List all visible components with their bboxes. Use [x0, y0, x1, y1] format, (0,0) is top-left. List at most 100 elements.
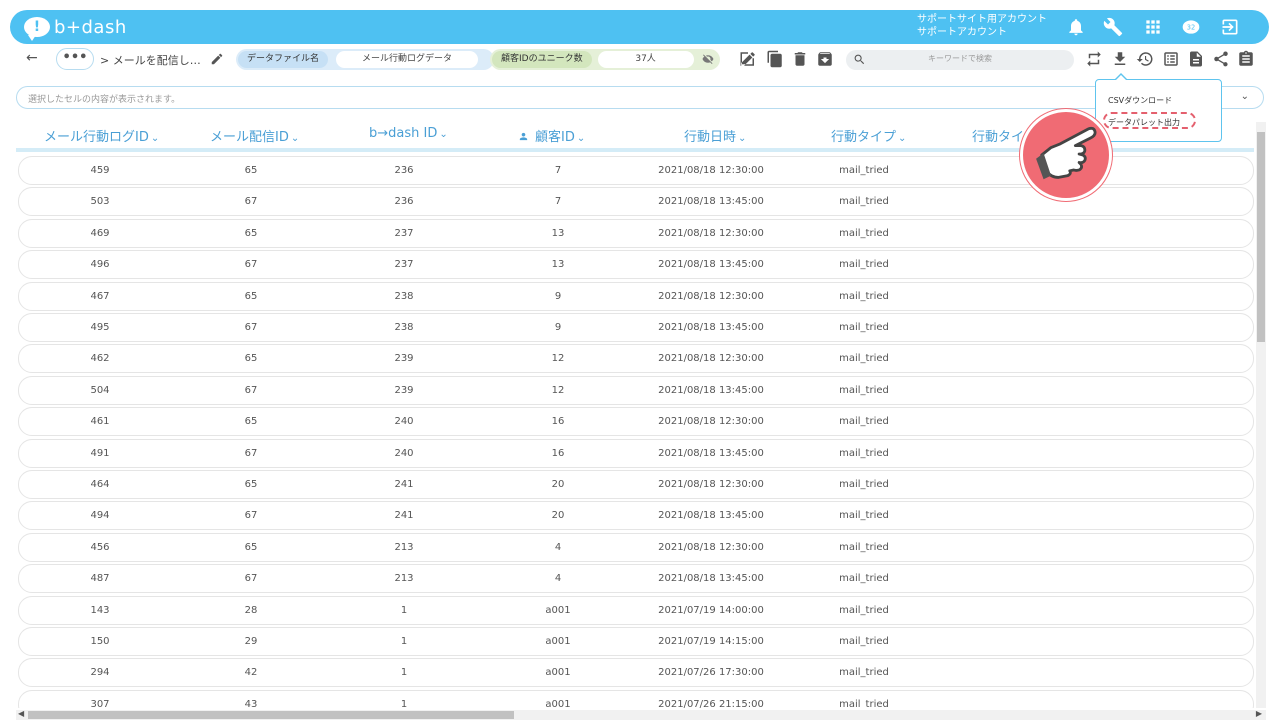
cell-action-datetime[interactable]: 2021/08/18 13:45:00	[631, 448, 791, 459]
cell-action-datetime[interactable]: 2021/08/18 13:45:00	[631, 259, 791, 270]
sort-chevron-icon[interactable]: ⌄	[577, 133, 585, 144]
cell-action-datetime[interactable]: 2021/08/18 12:30:00	[631, 542, 791, 553]
chevron-down-icon[interactable]: ⌄	[1241, 91, 1249, 102]
cell-mail-log-id[interactable]: 491	[20, 448, 180, 459]
cell-action-type[interactable]: mail_tried	[784, 605, 944, 616]
cell-content-display[interactable]: 選択したセルの内容が表示されます。 ⌄	[16, 86, 1264, 109]
avatar-icon[interactable]: 32	[1180, 16, 1202, 38]
more-breadcrumb-button[interactable]: •••	[56, 48, 94, 70]
swap-icon[interactable]	[1085, 50, 1105, 70]
table-row[interactable]: 462 65 239 12 2021/08/18 12:30:00 mail_tried	[18, 344, 1254, 374]
column-header-bdash-id[interactable]: b→dash ID ⌄	[369, 126, 448, 141]
logout-icon[interactable]	[1219, 16, 1241, 38]
cell-action-type[interactable]: mail_tried	[784, 510, 944, 521]
column-header-action-type-2[interactable]: 行動タイ	[972, 126, 1024, 145]
cell-mail-log-id[interactable]: 150	[20, 636, 180, 647]
cell-customer-id[interactable]: 13	[478, 259, 638, 270]
cell-bdash-id[interactable]: 238	[324, 291, 484, 302]
cell-mail-log-id[interactable]: 464	[20, 479, 180, 490]
cell-mail-send-id[interactable]: 65	[171, 291, 331, 302]
cell-bdash-id[interactable]: 1	[324, 699, 484, 708]
cell-bdash-id[interactable]: 236	[324, 165, 484, 176]
column-header-mail-send-id[interactable]: メール配信ID ⌄	[210, 126, 299, 145]
vertical-scroll-thumb[interactable]	[1257, 132, 1265, 342]
table-row[interactable]: 461 65 240 16 2021/08/18 12:30:00 mail_tried	[18, 407, 1254, 437]
logo[interactable]: ! b+dash	[24, 17, 127, 41]
download-icon[interactable]	[1111, 50, 1131, 70]
cell-mail-log-id[interactable]: 494	[20, 510, 180, 521]
cell-bdash-id[interactable]: 1	[324, 605, 484, 616]
cell-bdash-id[interactable]: 213	[324, 573, 484, 584]
sort-chevron-icon[interactable]: ⌄	[738, 133, 746, 144]
table-row[interactable]: 143 28 1 a001 2021/07/19 14:00:00 mail_tried	[18, 595, 1254, 625]
cell-action-type[interactable]: mail_tried	[784, 196, 944, 207]
cell-action-datetime[interactable]: 2021/08/18 13:45:00	[631, 510, 791, 521]
account-name[interactable]: サポートサイト用アカウント サポートアカウント	[917, 13, 1047, 39]
cell-action-type[interactable]: mail_tried	[784, 353, 944, 364]
hide-count-icon[interactable]	[702, 50, 714, 69]
cell-action-datetime[interactable]: 2021/08/18 13:45:00	[631, 196, 791, 207]
cell-action-type[interactable]: mail_tried	[784, 448, 944, 459]
cell-customer-id[interactable]: a001	[478, 605, 638, 616]
cell-customer-id[interactable]: 7	[478, 196, 638, 207]
table-row[interactable]: 495 67 238 9 2021/08/18 13:45:00 mail_tried	[18, 313, 1254, 342]
table-row[interactable]: 467 65 238 9 2021/08/18 12:30:00 mail_tried	[18, 281, 1254, 311]
cell-action-datetime[interactable]: 2021/07/19 14:00:00	[631, 605, 791, 616]
document-icon[interactable]	[1187, 50, 1207, 70]
column-header-customer-id[interactable]: 顧客ID ⌄	[518, 126, 585, 145]
cell-customer-id[interactable]: 4	[478, 542, 638, 553]
keyword-search-input[interactable]: キーワードで検索	[846, 50, 1074, 70]
cell-mail-log-id[interactable]: 487	[20, 573, 180, 584]
cell-action-type[interactable]: mail_tried	[784, 416, 944, 427]
cell-action-datetime[interactable]: 2021/08/18 13:45:00	[631, 573, 791, 584]
cell-customer-id[interactable]: 13	[478, 228, 638, 239]
scroll-right-icon[interactable]: ▶	[1256, 709, 1262, 718]
column-header-mail-log-id[interactable]: メール行動ログID ⌄	[44, 126, 159, 145]
cell-bdash-id[interactable]: 240	[324, 448, 484, 459]
cell-mail-send-id[interactable]: 67	[171, 510, 331, 521]
cell-action-datetime[interactable]: 2021/08/18 12:30:00	[631, 165, 791, 176]
cell-bdash-id[interactable]: 238	[324, 322, 484, 333]
cell-bdash-id[interactable]: 237	[324, 259, 484, 270]
cell-mail-send-id[interactable]: 67	[171, 196, 331, 207]
cell-bdash-id[interactable]: 236	[324, 196, 484, 207]
sort-chevron-icon[interactable]: ⌄	[151, 133, 159, 144]
cell-action-datetime[interactable]: 2021/08/18 12:30:00	[631, 479, 791, 490]
cell-action-type[interactable]: mail_tried	[784, 228, 944, 239]
table-row[interactable]: 456 65 213 4 2021/08/18 12:30:00 mail_tried	[18, 532, 1254, 562]
cell-action-type[interactable]: mail_tried	[784, 322, 944, 333]
edit-name-icon[interactable]	[210, 51, 224, 70]
cell-mail-log-id[interactable]: 496	[20, 259, 180, 270]
cell-mail-send-id[interactable]: 67	[171, 259, 331, 270]
cell-mail-log-id[interactable]: 495	[20, 322, 180, 333]
cell-action-type[interactable]: mail_tried	[784, 385, 944, 396]
vertical-scrollbar[interactable]	[1256, 122, 1266, 708]
cell-customer-id[interactable]: 20	[478, 479, 638, 490]
share-icon[interactable]	[1212, 50, 1232, 70]
cell-mail-send-id[interactable]: 43	[171, 699, 331, 708]
delete-icon[interactable]	[791, 50, 811, 70]
cell-mail-log-id[interactable]: 467	[20, 291, 180, 302]
table-row[interactable]: 487 67 213 4 2021/08/18 13:45:00 mail_tried	[18, 564, 1254, 594]
history-icon[interactable]	[1136, 50, 1156, 70]
cell-bdash-id[interactable]: 213	[324, 542, 484, 553]
cell-customer-id[interactable]: 4	[478, 573, 638, 584]
wrench-icon[interactable]	[1102, 16, 1124, 38]
sort-chevron-icon[interactable]: ⌄	[291, 133, 299, 144]
table-row[interactable]: 294 42 1 a001 2021/07/26 17:30:00 mail_tried	[18, 658, 1254, 688]
cell-action-type[interactable]: mail_tried	[784, 259, 944, 270]
cell-mail-send-id[interactable]: 65	[171, 353, 331, 364]
bell-icon[interactable]	[1065, 16, 1087, 38]
cell-mail-send-id[interactable]: 67	[171, 385, 331, 396]
cell-action-type[interactable]: mail_tried	[784, 479, 944, 490]
cell-customer-id[interactable]: 16	[478, 448, 638, 459]
cell-bdash-id[interactable]: 239	[324, 353, 484, 364]
cell-action-type[interactable]: mail_tried	[784, 636, 944, 647]
copy-icon[interactable]	[766, 50, 786, 70]
menu-item-csv-download[interactable]: CSVダウンロード	[1108, 95, 1172, 106]
cell-customer-id[interactable]: 16	[478, 416, 638, 427]
table-row[interactable]: 464 65 241 20 2021/08/18 12:30:00 mail_tried	[18, 470, 1254, 499]
cell-action-type[interactable]: mail_tried	[784, 667, 944, 678]
cell-bdash-id[interactable]: 241	[324, 479, 484, 490]
table-row[interactable]: 504 67 239 12 2021/08/18 13:45:00 mail_tried	[18, 375, 1254, 405]
